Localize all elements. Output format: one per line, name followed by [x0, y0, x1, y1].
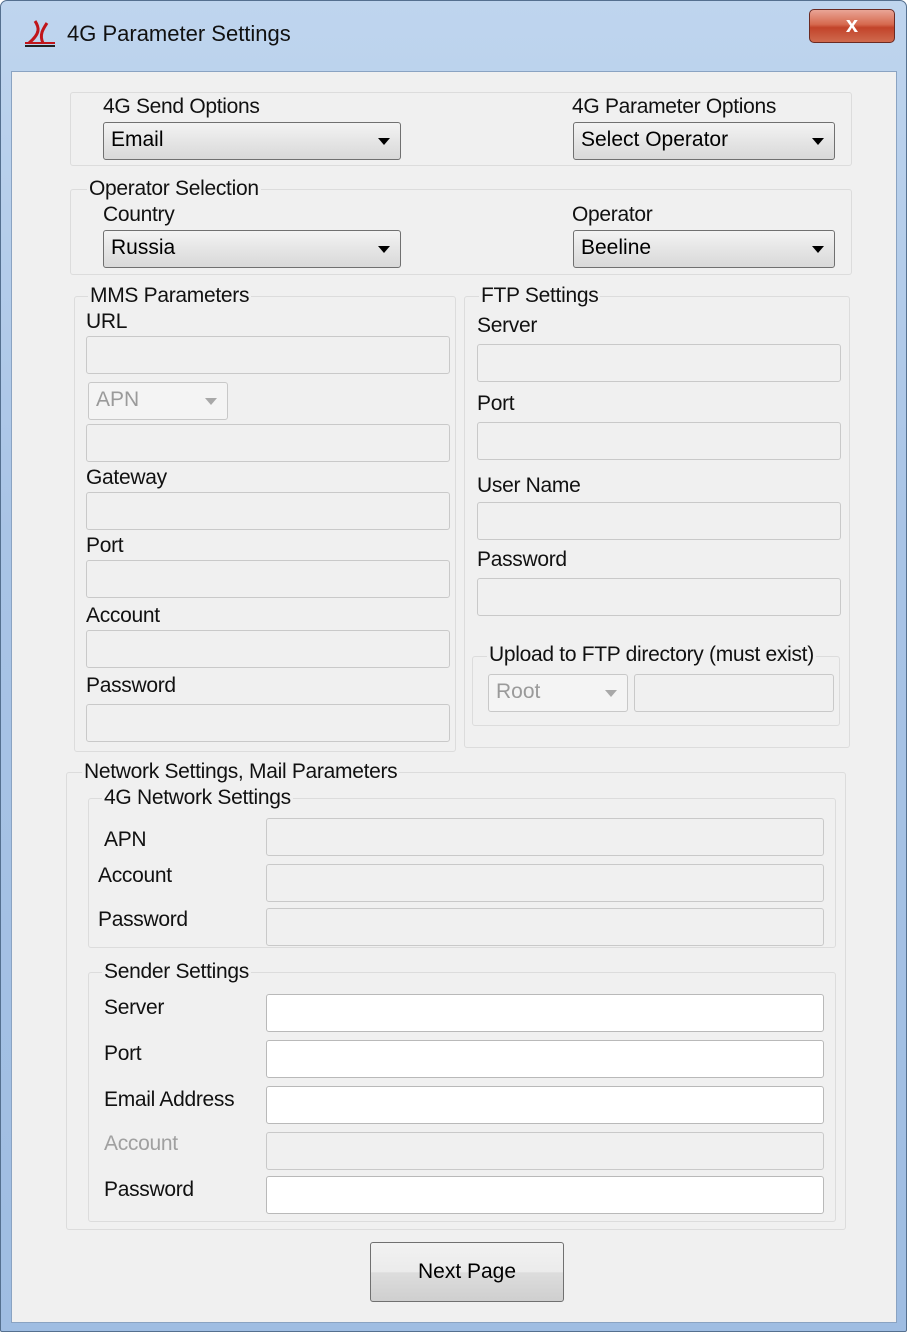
mms-port-label: Port	[86, 534, 124, 557]
ftp-settings-legend: FTP Settings	[479, 284, 601, 308]
sender-account-input[interactable]	[266, 1132, 824, 1170]
sender-server-input[interactable]	[266, 994, 824, 1032]
chevron-down-icon	[378, 246, 390, 253]
network-account-input[interactable]	[266, 864, 824, 902]
ftp-port-input[interactable]	[477, 422, 841, 460]
close-button[interactable]: x	[809, 9, 895, 43]
app-logo-icon	[25, 20, 55, 47]
ftp-port-label: Port	[477, 392, 515, 415]
network-password-label: Password	[98, 908, 188, 931]
operator-selection-legend: Operator Selection	[87, 177, 261, 201]
network-account-label: Account	[98, 864, 172, 887]
sender-account-label: Account	[104, 1132, 178, 1155]
ftp-username-input[interactable]	[477, 502, 841, 540]
mms-url-input[interactable]	[86, 336, 450, 374]
mms-apn-value: APN	[96, 388, 140, 411]
mms-password-input[interactable]	[86, 704, 450, 742]
send-options-value: Email	[111, 128, 164, 151]
ftp-root-value: Root	[496, 680, 541, 703]
sender-port-input[interactable]	[266, 1040, 824, 1078]
operator-value: Beeline	[581, 236, 652, 259]
chevron-down-icon	[378, 138, 390, 145]
network-mail-legend: Network Settings, Mail Parameters	[82, 760, 400, 784]
ftp-directory-input[interactable]	[634, 674, 834, 712]
chevron-down-icon	[605, 690, 617, 697]
sender-email-input[interactable]	[266, 1086, 824, 1124]
chevron-down-icon	[205, 398, 217, 405]
country-dropdown[interactable]: Russia	[103, 230, 401, 268]
title-bar[interactable]: 4G Parameter Settings x	[1, 1, 906, 71]
ftp-server-label: Server	[477, 314, 538, 337]
mms-gateway-input[interactable]	[86, 492, 450, 530]
dialog-client-area: 4G Send Options Email 4G Parameter Optio…	[11, 71, 897, 1323]
sender-server-label: Server	[104, 996, 165, 1019]
send-options-label: 4G Send Options	[103, 95, 260, 118]
operator-label: Operator	[572, 203, 653, 226]
mms-url-label: URL	[86, 310, 128, 333]
sender-password-input[interactable]	[266, 1176, 824, 1214]
network-apn-input[interactable]	[266, 818, 824, 856]
mms-account-label: Account	[86, 604, 160, 627]
country-value: Russia	[111, 236, 176, 259]
sender-settings-legend: Sender Settings	[102, 960, 251, 984]
mms-apn-dropdown[interactable]: APN	[88, 382, 228, 420]
mms-password-label: Password	[86, 674, 176, 697]
ftp-password-label: Password	[477, 548, 567, 571]
mms-parameters-legend: MMS Parameters	[88, 284, 252, 308]
chevron-down-icon	[812, 138, 824, 145]
window-title: 4G Parameter Settings	[67, 21, 291, 46]
chevron-down-icon	[812, 246, 824, 253]
ftp-root-dropdown[interactable]: Root	[488, 674, 628, 712]
send-options-dropdown[interactable]: Email	[103, 122, 401, 160]
sender-email-label: Email Address	[104, 1088, 235, 1111]
ftp-username-label: User Name	[477, 474, 581, 497]
sender-password-label: Password	[104, 1178, 194, 1201]
next-page-button[interactable]: Next Page	[370, 1242, 564, 1302]
mms-gateway-label: Gateway	[86, 466, 167, 489]
ftp-password-input[interactable]	[477, 578, 841, 616]
network-apn-label: APN	[104, 828, 147, 851]
ftp-server-input[interactable]	[477, 344, 841, 382]
country-label: Country	[103, 203, 175, 226]
sender-port-label: Port	[104, 1042, 142, 1065]
parameter-options-label: 4G Parameter Options	[572, 95, 777, 118]
parameter-options-value: Select Operator	[581, 128, 729, 151]
mms-port-input[interactable]	[86, 560, 450, 598]
ftp-upload-legend: Upload to FTP directory (must exist)	[487, 643, 816, 667]
network-settings-legend: 4G Network Settings	[102, 786, 293, 810]
mms-apn-input[interactable]	[86, 424, 450, 462]
dialog-window: 4G Parameter Settings x 4G Send Options …	[0, 0, 907, 1332]
operator-dropdown[interactable]: Beeline	[573, 230, 835, 268]
mms-account-input[interactable]	[86, 630, 450, 668]
network-password-input[interactable]	[266, 908, 824, 946]
parameter-options-dropdown[interactable]: Select Operator	[573, 122, 835, 160]
